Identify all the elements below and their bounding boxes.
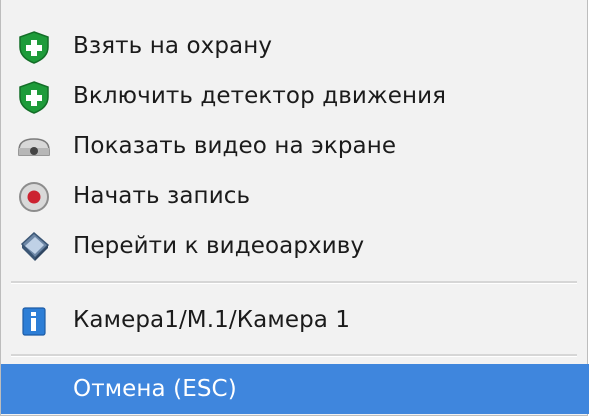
- menu-separator: [11, 354, 577, 357]
- menu-item-show-video[interactable]: Показать видео на экране: [1, 122, 589, 172]
- menu-item-go-to-archive[interactable]: Перейти к видеоархиву: [1, 222, 589, 272]
- menu-item-enable-motion-detector[interactable]: Включить детектор движения: [1, 72, 589, 122]
- menu-item-label: Перейти к видеоархиву: [73, 233, 365, 259]
- menu-item-label: Взять на охрану: [73, 33, 273, 59]
- camera-icon: [15, 130, 53, 164]
- menu-item-label: Камера1/М.1/Камера 1: [73, 307, 351, 333]
- menu-item-label: Начать запись: [73, 183, 251, 209]
- info-icon: [15, 304, 53, 338]
- menu-separator: [11, 281, 577, 284]
- menu-item-label: Отмена (ESC): [73, 376, 237, 402]
- archive-icon: [15, 230, 53, 264]
- menu-item-label: Включить детектор движения: [73, 83, 447, 109]
- menu-item-arm[interactable]: Взять на охрану: [1, 22, 589, 72]
- context-menu: Взять на охрану Включить детектор движен…: [0, 0, 589, 416]
- menu-item-camera-info[interactable]: Камера1/М.1/Камера 1: [1, 296, 589, 346]
- shield-plus-icon: [15, 80, 53, 114]
- record-icon: [15, 180, 53, 214]
- menu-item-label: Показать видео на экране: [73, 133, 397, 159]
- shield-plus-icon: [15, 30, 53, 64]
- menu-item-cancel[interactable]: Отмена (ESC): [1, 364, 589, 414]
- menu-item-start-recording[interactable]: Начать запись: [1, 172, 589, 222]
